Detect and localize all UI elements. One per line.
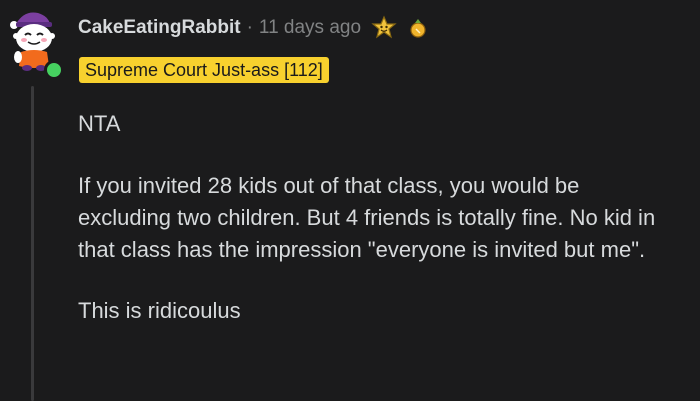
comment-paragraph: If you invited 28 kids out of that class…	[78, 173, 656, 262]
user-flair: Supreme Court Just-ass [112]	[79, 57, 329, 83]
comment-body: NTA If you invited 28 kids out of that c…	[78, 108, 678, 327]
comment-meta: CakeEatingRabbit · 11 days ago	[78, 12, 429, 44]
comment-timestamp[interactable]: 11 days ago	[259, 17, 361, 39]
thread-collapse-line[interactable]	[31, 86, 34, 401]
online-status-indicator	[44, 60, 64, 80]
meta-separator: ·	[246, 17, 253, 38]
comment-paragraph: NTA	[78, 111, 121, 136]
comment-paragraph: This is ridicoulus	[78, 298, 241, 323]
user-avatar[interactable]	[4, 8, 64, 80]
username-link[interactable]: CakeEatingRabbit	[78, 17, 241, 39]
gold-award-icon[interactable]	[407, 17, 429, 39]
helpful-award-icon[interactable]	[371, 15, 397, 41]
